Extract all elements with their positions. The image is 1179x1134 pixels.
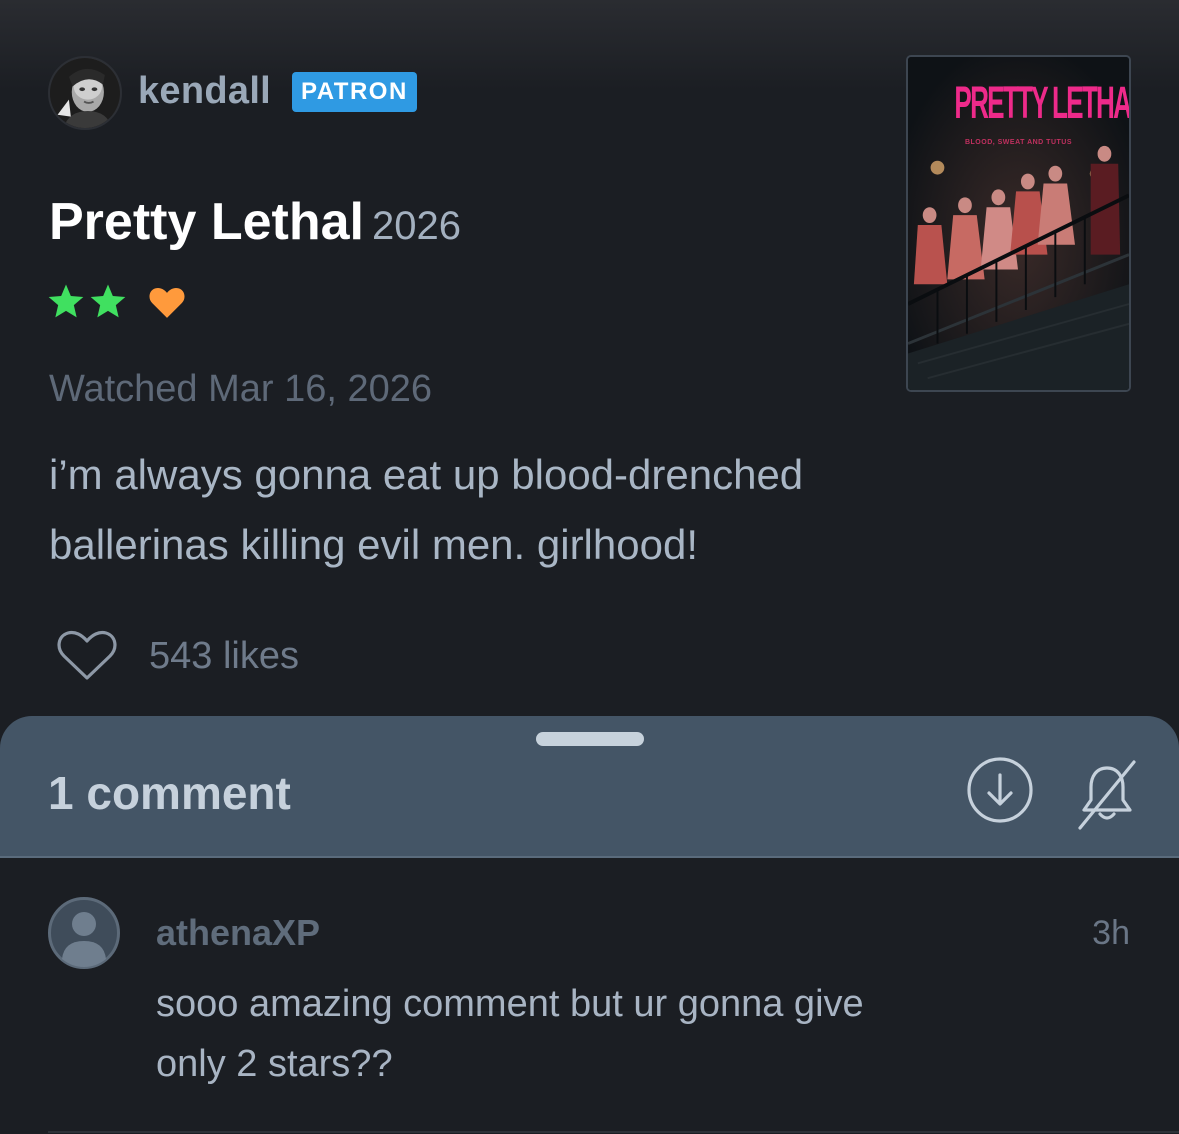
comment-timestamp: 3h [1092, 914, 1130, 952]
sheet-grabber[interactable] [536, 732, 644, 746]
patron-badge: PATRON [292, 72, 417, 112]
comments-count: 1 comment [48, 767, 291, 819]
comment-line: only 2 stars?? [156, 1043, 393, 1085]
star-icon [48, 284, 84, 318]
comments-sheet-header: 1 comment [0, 716, 1179, 858]
comment-line: sooo amazing comment but ur gonna give [156, 983, 864, 1025]
download-icon[interactable] [966, 756, 1034, 824]
review-line: ballerinas killing evil men. girlhood! [49, 521, 698, 568]
liked-heart-icon [149, 287, 185, 318]
commenter-username[interactable]: athenaXP [156, 912, 320, 954]
author-username[interactable]: kendall [138, 70, 271, 113]
likes-count[interactable]: 543 likes [149, 635, 299, 678]
watched-date: Watched Mar 16, 2026 [49, 368, 433, 410]
avatar-photo-icon [50, 58, 120, 128]
poster-tagline: BLOOD, SWEAT AND TUTUS [964, 139, 1073, 146]
commenter-avatar-icon[interactable] [48, 897, 120, 969]
star-icon [90, 284, 126, 318]
film-title-line[interactable]: Pretty Lethal 2026 [49, 192, 461, 252]
film-title[interactable]: Pretty Lethal [49, 193, 364, 251]
bell-off-icon[interactable] [1076, 756, 1138, 832]
review-page: kendall PATRON Pretty Lethal 2026 Watched… [0, 0, 1179, 1134]
comment-text: sooo amazing comment but ur gonna give o… [156, 974, 976, 1094]
review-text: i’m always gonna eat up blood-drenched b… [49, 440, 949, 580]
comment-divider [48, 1131, 1179, 1133]
poster-title: PRETTY LETHAL [954, 77, 1131, 128]
film-year[interactable]: 2026 [372, 204, 461, 248]
film-poster[interactable]: PRETTY LETHAL BLOOD, SWEAT AND TUTUS [906, 55, 1131, 392]
author-avatar[interactable] [48, 56, 122, 130]
like-heart-icon[interactable] [56, 628, 118, 684]
review-line: i’m always gonna eat up blood-drenched [49, 451, 804, 498]
